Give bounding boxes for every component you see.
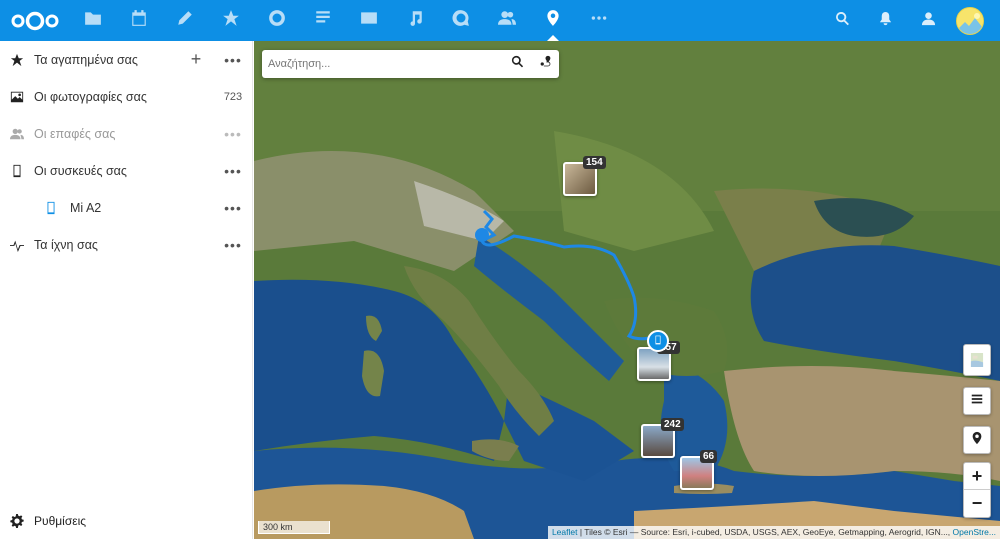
sidebar-item-label: Οι συσκευές σας bbox=[34, 163, 127, 178]
phone-icon bbox=[0, 201, 70, 215]
top-header bbox=[0, 0, 1000, 41]
sidebar-item-photos[interactable]: Οι φωτογραφίες σας 723 bbox=[0, 78, 253, 115]
app-maps[interactable] bbox=[530, 0, 576, 41]
gear-icon bbox=[0, 514, 34, 528]
header-search-button[interactable] bbox=[821, 0, 864, 41]
menu-icon bbox=[970, 392, 984, 411]
route-icon bbox=[539, 55, 552, 73]
settings-label: Ρυθμίσεις bbox=[34, 514, 87, 528]
map-view[interactable]: 154 257 242 66 + − 300 km Leaflet | Tile… bbox=[254, 41, 1000, 539]
map-tiles-icon bbox=[970, 353, 984, 367]
device-location-marker[interactable] bbox=[647, 330, 669, 352]
app-more[interactable] bbox=[576, 0, 622, 41]
photo-cluster[interactable]: 257 bbox=[637, 341, 680, 381]
sidebar-item-device-mi-a2[interactable]: Mi A2 ••• bbox=[0, 189, 253, 226]
photo-cluster[interactable]: 66 bbox=[680, 450, 718, 490]
sidebar-item-label: Οι φωτογραφίες σας bbox=[34, 89, 147, 104]
map-layer-switcher[interactable] bbox=[963, 344, 991, 376]
contacts-menu-button[interactable] bbox=[907, 0, 950, 41]
favorites-menu-button[interactable]: ••• bbox=[213, 52, 253, 68]
mail-icon bbox=[360, 9, 378, 32]
text-icon bbox=[314, 9, 332, 32]
scale-bar: 300 km bbox=[258, 521, 330, 534]
more-apps-icon bbox=[590, 9, 608, 32]
phone-icon bbox=[653, 332, 663, 350]
map-attribution: Leaflet | Tiles © Esri — Source: Esri, i… bbox=[547, 526, 1000, 539]
settings-button[interactable]: Ρυθμίσεις bbox=[0, 503, 253, 539]
app-talk[interactable] bbox=[438, 0, 484, 41]
sidebar-item-label: Τα αγαπημένα σας bbox=[34, 52, 138, 67]
app-circles[interactable] bbox=[254, 0, 300, 41]
satellite-map-background bbox=[254, 41, 1000, 539]
user-icon bbox=[921, 11, 936, 31]
favorites-icon bbox=[222, 9, 240, 32]
sidebar-item-label: Τα ίχνη σας bbox=[34, 237, 98, 252]
sidebar-item-label: Mi A2 bbox=[70, 200, 102, 215]
app-contacts[interactable] bbox=[484, 0, 530, 41]
devices-menu-button[interactable]: ••• bbox=[213, 163, 253, 179]
contacts-icon bbox=[498, 9, 516, 32]
tracks-menu-button[interactable]: ••• bbox=[213, 237, 253, 253]
app-mail[interactable] bbox=[346, 0, 392, 41]
sidebar-item-favorites[interactable]: Τα αγαπημένα σας + ••• bbox=[0, 41, 253, 78]
zoom-in-button[interactable]: + bbox=[964, 463, 990, 490]
route-button[interactable] bbox=[531, 55, 559, 73]
zoom-out-button[interactable]: − bbox=[964, 490, 990, 517]
sidebar-item-label: Οι επαφές σας bbox=[34, 126, 116, 141]
locate-button[interactable] bbox=[963, 426, 991, 454]
music-icon bbox=[406, 9, 424, 32]
files-icon bbox=[84, 9, 102, 32]
app-files[interactable] bbox=[70, 0, 116, 41]
app-text[interactable] bbox=[300, 0, 346, 41]
maps-icon bbox=[544, 9, 562, 32]
sidebar-item-contacts[interactable]: Οι επαφές σας ••• bbox=[0, 115, 253, 152]
bell-icon bbox=[878, 11, 893, 31]
device-menu-button[interactable]: ••• bbox=[213, 200, 253, 216]
search-button[interactable] bbox=[503, 55, 531, 73]
cluster-count: 66 bbox=[700, 450, 718, 463]
activity-icon bbox=[0, 238, 34, 252]
openstreetmap-link[interactable]: OpenStre... bbox=[953, 527, 996, 537]
circles-icon bbox=[268, 9, 286, 32]
image-icon bbox=[0, 90, 34, 104]
photo-cluster[interactable]: 154 bbox=[563, 156, 606, 196]
talk-icon bbox=[452, 9, 470, 32]
search-icon bbox=[835, 11, 850, 31]
leaflet-link[interactable]: Leaflet bbox=[552, 527, 578, 537]
photo-cluster[interactable]: 242 bbox=[641, 418, 684, 458]
sidebar: Τα αγαπημένα σας + ••• Οι φωτογραφίες σα… bbox=[0, 41, 253, 539]
map-search-box bbox=[262, 50, 559, 78]
sidebar-item-tracks[interactable]: Τα ίχνη σας ••• bbox=[0, 226, 253, 263]
search-icon bbox=[511, 55, 524, 73]
zoom-control: + − bbox=[963, 462, 991, 518]
contacts-icon bbox=[0, 127, 34, 141]
app-notes[interactable] bbox=[162, 0, 208, 41]
layers-menu-button[interactable] bbox=[963, 387, 991, 415]
add-favorite-button[interactable]: + bbox=[179, 49, 213, 70]
photos-count: 723 bbox=[223, 90, 243, 103]
phone-icon bbox=[0, 164, 34, 178]
search-input[interactable] bbox=[262, 51, 503, 77]
cluster-count: 242 bbox=[661, 418, 684, 431]
avatar[interactable] bbox=[956, 6, 984, 35]
nextcloud-logo[interactable] bbox=[0, 0, 70, 41]
app-calendar[interactable] bbox=[116, 0, 162, 41]
calendar-icon bbox=[130, 9, 148, 32]
notes-icon bbox=[176, 9, 194, 32]
cluster-count: 154 bbox=[583, 156, 606, 169]
contacts-menu-button[interactable]: ••• bbox=[213, 126, 253, 142]
notifications-button[interactable] bbox=[864, 0, 907, 41]
app-music[interactable] bbox=[392, 0, 438, 41]
attribution-text: | Tiles © Esri — Source: Esri, i-cubed, … bbox=[577, 527, 953, 537]
star-icon bbox=[0, 53, 34, 67]
app-favorites[interactable] bbox=[208, 0, 254, 41]
sidebar-item-devices[interactable]: Οι συσκευές σας ••• bbox=[0, 152, 253, 189]
location-pin-icon bbox=[970, 431, 984, 450]
